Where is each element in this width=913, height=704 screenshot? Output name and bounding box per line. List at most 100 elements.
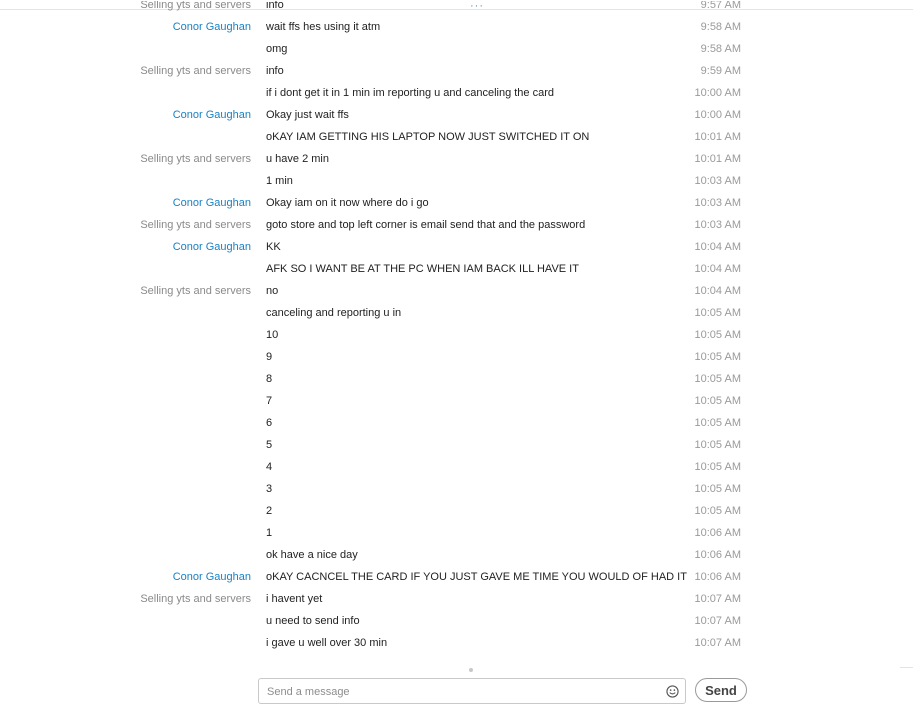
message-timestamp: 10:05 AM <box>694 483 741 495</box>
message-row: Selling yts and servers goto store and to… <box>0 214 913 236</box>
message-row: if i dont get it in 1 min im reporting u… <box>0 82 913 104</box>
message-text: u have 2 min <box>266 153 329 165</box>
message-composer[interactable] <box>258 678 686 704</box>
message-row: 1 10:06 AM <box>0 522 913 544</box>
message-row: Conor Gaughan Okay just wait ffs 10:00 AM <box>0 104 913 126</box>
message-sender[interactable]: Selling yts and servers <box>140 65 251 77</box>
message-text: 4 <box>266 461 273 473</box>
message-timestamp: 10:04 AM <box>694 285 741 297</box>
message-timestamp: 10:05 AM <box>694 439 741 451</box>
message-row: Conor Gaughan KK 10:04 AM <box>0 236 913 258</box>
message-sender[interactable]: Selling yts and servers <box>140 219 251 231</box>
message-text: u need to send info <box>266 615 360 627</box>
message-timestamp: 10:03 AM <box>694 219 741 231</box>
message-text: 1 <box>266 527 273 539</box>
message-row: 8 10:05 AM <box>0 368 913 390</box>
message-row: 3 10:05 AM <box>0 478 913 500</box>
message-timestamp: 10:05 AM <box>694 329 741 341</box>
message-timestamp: 9:59 AM <box>700 65 741 77</box>
message-timestamp: 10:07 AM <box>694 593 741 605</box>
message-timestamp: 10:07 AM <box>694 637 741 649</box>
message-row: Selling yts and servers no 10:04 AM <box>0 280 913 302</box>
message-row: Selling yts and servers info 9:57 AM <box>0 1 913 16</box>
message-row: 6 10:05 AM <box>0 412 913 434</box>
message-sender[interactable]: Conor Gaughan <box>173 241 251 253</box>
message-text: 9 <box>266 351 273 363</box>
message-timestamp: 10:05 AM <box>694 505 741 517</box>
message-row: u need to send info 10:07 AM <box>0 610 913 632</box>
conversation-log[interactable]: Selling yts and servers info 9:57 AM Conor … <box>0 1 913 662</box>
message-text: AFK SO I WANT BE AT THE PC WHEN IAM BACK… <box>266 263 579 275</box>
message-row: i gave u well over 30 min 10:07 AM <box>0 632 913 654</box>
message-row: 5 10:05 AM <box>0 434 913 456</box>
smiley-icon[interactable] <box>666 685 679 698</box>
message-text: i havent yet <box>266 593 323 605</box>
message-timestamp: 10:06 AM <box>694 571 741 583</box>
message-timestamp: 10:05 AM <box>694 417 741 429</box>
message-sender[interactable]: Selling yts and servers <box>140 285 251 297</box>
message-text: 1 min <box>266 175 293 187</box>
message-timestamp: 9:58 AM <box>700 43 741 55</box>
message-timestamp: 10:03 AM <box>694 175 741 187</box>
message-row: Conor Gaughan wait ffs hes using it atm 9:… <box>0 16 913 38</box>
message-text: if i dont get it in 1 min im reporting u… <box>266 87 554 99</box>
message-row: 1 min 10:03 AM <box>0 170 913 192</box>
message-text: 6 <box>266 417 273 429</box>
message-timestamp: 10:05 AM <box>694 395 741 407</box>
message-text: no <box>266 285 279 297</box>
message-timestamp: 9:57 AM <box>700 1 741 11</box>
message-text: i gave u well over 30 min <box>266 637 388 649</box>
message-timestamp: 10:00 AM <box>694 87 741 99</box>
message-text: wait ffs hes using it atm <box>266 21 381 33</box>
message-text: canceling and reporting u in <box>266 307 402 319</box>
message-timestamp: 10:05 AM <box>694 373 741 385</box>
message-row: canceling and reporting u in 10:05 AM <box>0 302 913 324</box>
message-row: 4 10:05 AM <box>0 456 913 478</box>
message-text: KK <box>266 241 281 253</box>
message-sender[interactable]: Selling yts and servers <box>140 1 251 11</box>
send-button[interactable]: Send <box>695 678 747 702</box>
message-row: 9 10:05 AM <box>0 346 913 368</box>
message-text: oKAY CACNCEL THE CARD IF YOU JUST GAVE M… <box>266 571 687 583</box>
message-row: 7 10:05 AM <box>0 390 913 412</box>
message-row: 2 10:05 AM <box>0 500 913 522</box>
resize-handle-icon[interactable] <box>469 668 473 672</box>
message-sender[interactable]: Selling yts and servers <box>140 593 251 605</box>
message-sender[interactable]: Selling yts and servers <box>140 153 251 165</box>
message-timestamp: 10:07 AM <box>694 615 741 627</box>
message-sender[interactable]: Conor Gaughan <box>173 21 251 33</box>
message-row: oKAY IAM GETTING HIS LAPTOP NOW JUST SWI… <box>0 126 913 148</box>
message-input[interactable] <box>265 682 659 702</box>
message-row: ok have a nice day 10:06 AM <box>0 544 913 566</box>
message-row: Selling yts and servers u have 2 min 10:01… <box>0 148 913 170</box>
message-row: Conor Gaughan oKAY CACNCEL THE CARD IF YO… <box>0 566 913 588</box>
message-timestamp: 10:04 AM <box>694 241 741 253</box>
message-text: ok have a nice day <box>266 549 358 561</box>
message-text: goto store and top left corner is email … <box>266 219 586 231</box>
message-timestamp: 10:01 AM <box>694 153 741 165</box>
message-timestamp: 10:05 AM <box>694 307 741 319</box>
message-timestamp: 10:05 AM <box>694 351 741 363</box>
message-sender[interactable]: Conor Gaughan <box>173 197 251 209</box>
message-sender[interactable]: Conor Gaughan <box>173 571 251 583</box>
message-text: omg <box>266 43 288 55</box>
message-timestamp: 9:58 AM <box>700 21 741 33</box>
message-text: info <box>266 65 284 77</box>
message-timestamp: 10:06 AM <box>694 549 741 561</box>
message-text: 8 <box>266 373 273 385</box>
message-row: Conor Gaughan Okay iam on it now where do… <box>0 192 913 214</box>
message-text: 5 <box>266 439 273 451</box>
message-row: AFK SO I WANT BE AT THE PC WHEN IAM BACK… <box>0 258 913 280</box>
message-text: Okay just wait ffs <box>266 109 349 121</box>
message-timestamp: 10:00 AM <box>694 109 741 121</box>
message-timestamp: 10:01 AM <box>694 131 741 143</box>
message-text: 7 <box>266 395 273 407</box>
message-sender[interactable]: Conor Gaughan <box>173 109 251 121</box>
message-row: 10 10:05 AM <box>0 324 913 346</box>
message-text: 10 <box>266 329 279 341</box>
message-text: oKAY IAM GETTING HIS LAPTOP NOW JUST SWI… <box>266 131 590 143</box>
message-text: Okay iam on it now where do i go <box>266 197 429 209</box>
message-text: info <box>266 1 284 11</box>
message-text: 3 <box>266 483 273 495</box>
divider <box>900 667 913 668</box>
